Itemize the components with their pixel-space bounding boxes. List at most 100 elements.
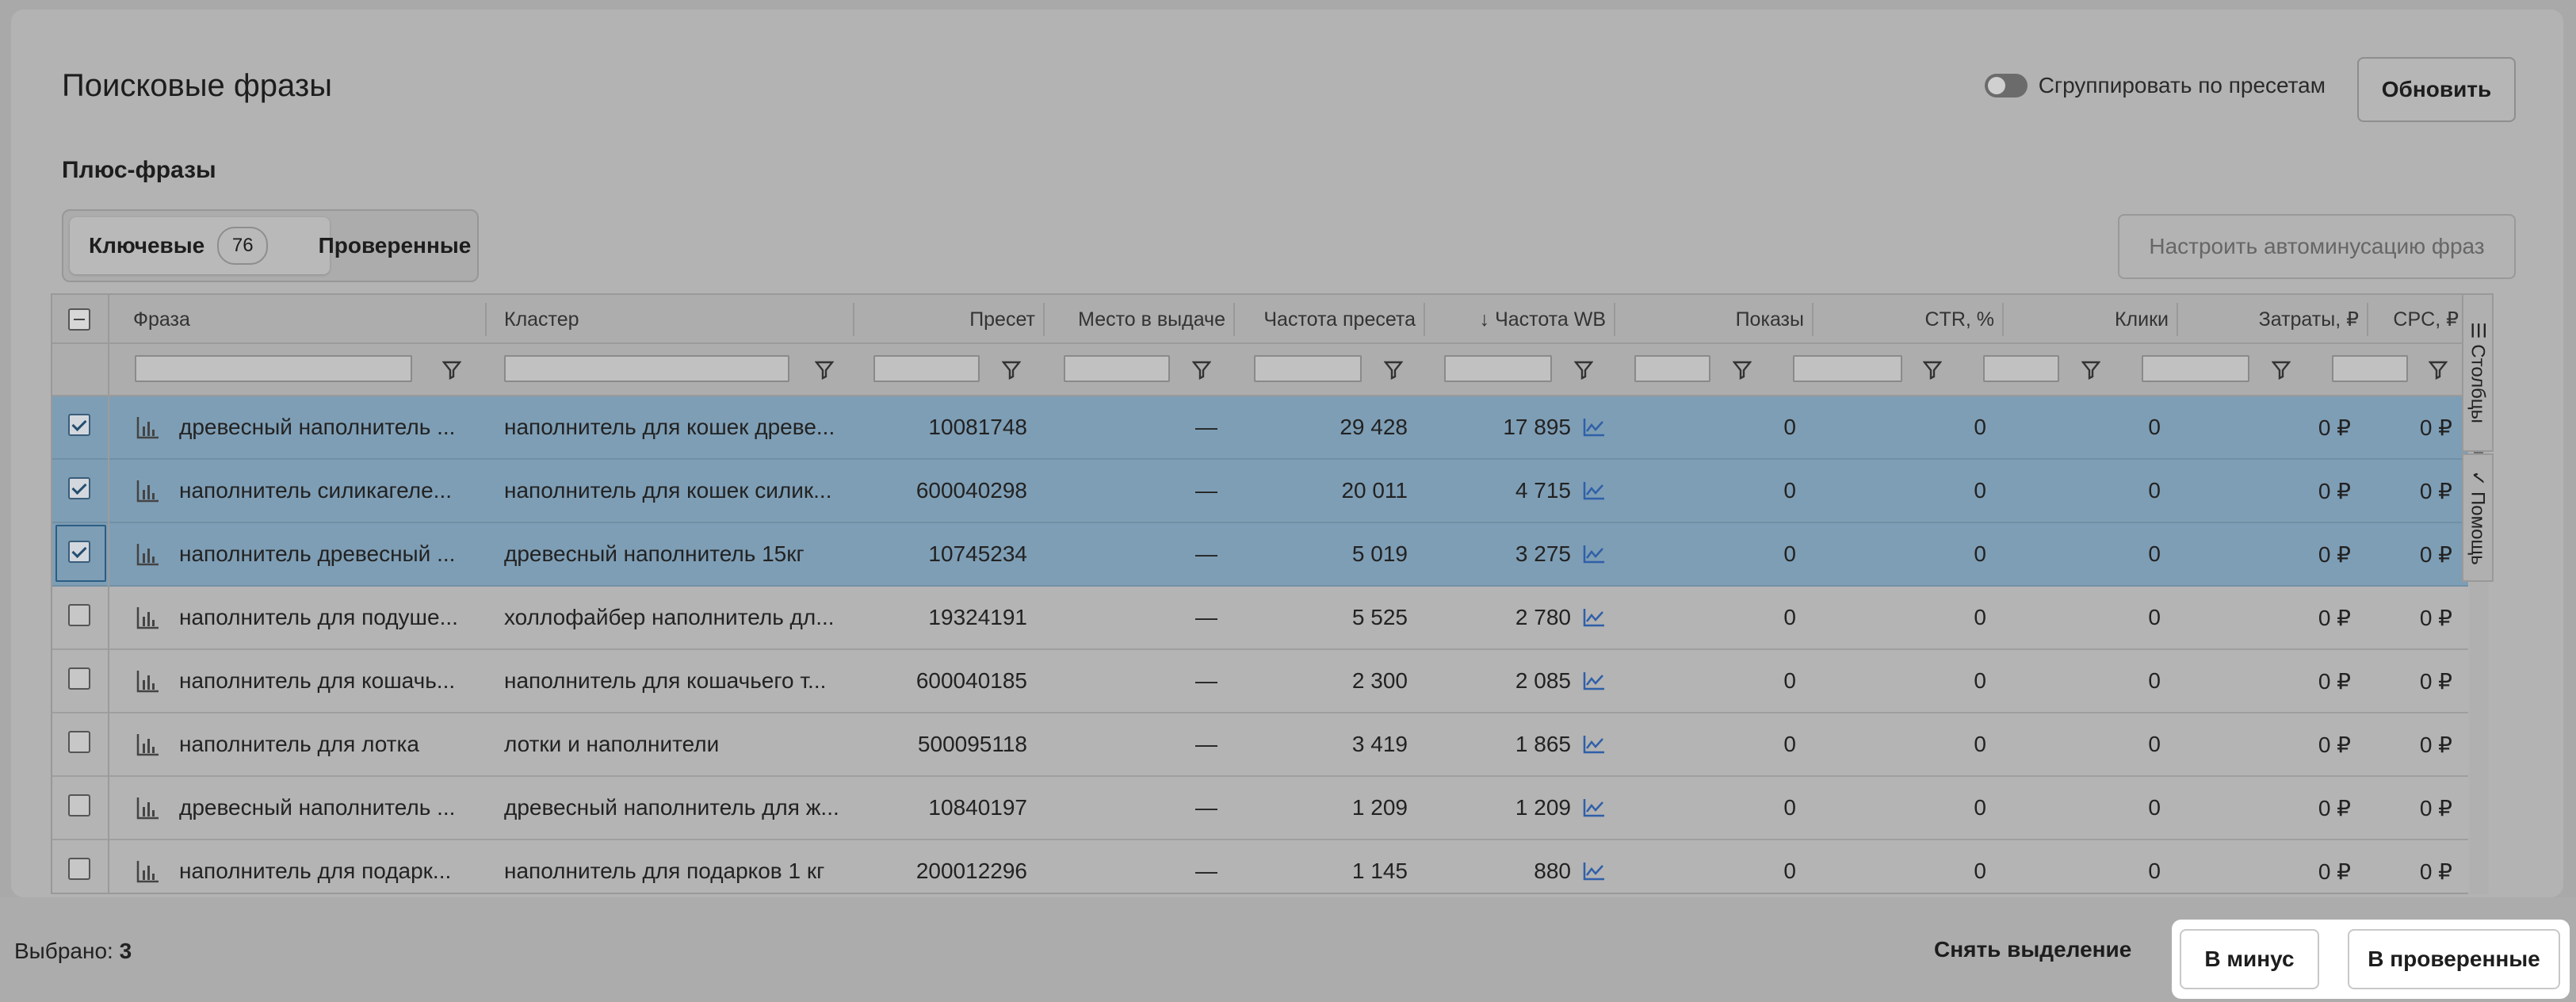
group-by-presets-toggle[interactable]: Сгруппировать по пресетам	[1984, 73, 2326, 98]
cell-phrase[interactable]: древесный наполнитель ...	[135, 396, 483, 458]
col-header-cost[interactable]: Затраты, ₽	[2192, 295, 2359, 344]
filter-icon[interactable]	[1192, 358, 1211, 381]
trend-chart-icon[interactable]	[1582, 734, 1606, 755]
cell-phrase[interactable]: наполнитель для подарк...	[135, 840, 483, 893]
selection-actions: В минус В проверенные	[2172, 920, 2570, 999]
col-header-place[interactable]: Место в выдаче	[1059, 295, 1225, 344]
trend-chart-icon[interactable]	[1582, 861, 1606, 882]
page: Поисковые фразы Сгруппировать по пресета…	[0, 0, 2576, 1002]
cell-phrase[interactable]: наполнитель для кошачь...	[135, 650, 483, 712]
row-checkbox[interactable]	[68, 414, 90, 436]
table-row[interactable]: наполнитель древесный ... древесный напол…	[52, 523, 2468, 587]
cell-cpc: 0 ₽	[2419, 859, 2452, 884]
filter-input-shows[interactable]	[1634, 355, 1710, 382]
to-verified-button[interactable]: В проверенные	[2348, 929, 2560, 989]
bar-chart-icon[interactable]	[135, 414, 162, 441]
phrase-text: наполнитель для подуше...	[179, 605, 458, 629]
bar-chart-icon[interactable]	[135, 477, 162, 504]
filter-input-clicks[interactable]	[1983, 355, 2059, 382]
col-header-preset-freq[interactable]: Частота пресета	[1245, 295, 1416, 344]
bar-chart-icon[interactable]	[135, 731, 162, 758]
table-row[interactable]: наполнитель для кошачь... наполнитель для…	[52, 650, 2468, 713]
trend-chart-icon[interactable]	[1582, 480, 1606, 501]
col-header-clicks[interactable]: Клики	[2018, 295, 2169, 344]
col-header-preset[interactable]: Пресет	[877, 295, 1035, 344]
side-panel: ☰ Столбцы ✓ Помощь	[2462, 293, 2494, 894]
row-checkbox[interactable]	[68, 604, 90, 626]
table-row[interactable]: древесный наполнитель ... древесный напол…	[52, 777, 2468, 840]
trend-chart-icon[interactable]	[1582, 797, 1606, 818]
table-row[interactable]: древесный наполнитель ... наполнитель для…	[52, 396, 2468, 460]
filter-icon[interactable]	[1384, 358, 1403, 381]
filter-input-cost[interactable]	[2142, 355, 2249, 382]
checkbox-column-divider	[108, 295, 109, 893]
cell-place: —	[1195, 415, 1217, 439]
phrase-text: наполнитель древесный ...	[179, 541, 456, 566]
filter-icon[interactable]	[1574, 358, 1593, 381]
cell-cluster: наполнитель для кошек древе...	[504, 415, 835, 439]
row-checkbox[interactable]	[68, 794, 90, 817]
trend-chart-icon[interactable]	[1582, 671, 1606, 691]
table-row[interactable]: наполнитель для подуше... холлофайбер нап…	[52, 587, 2468, 650]
bar-chart-icon[interactable]	[135, 667, 162, 694]
filter-input-preset[interactable]	[873, 355, 980, 382]
filter-input-wb-freq[interactable]	[1444, 355, 1552, 382]
to-minus-button[interactable]: В минус	[2180, 929, 2319, 989]
columns-panel-button[interactable]: ☰ Столбцы	[2462, 293, 2494, 452]
row-checkbox[interactable]	[68, 477, 90, 499]
filter-input-phrase[interactable]	[135, 355, 412, 382]
row-checkbox[interactable]	[68, 858, 90, 880]
row-checkbox[interactable]	[68, 731, 90, 753]
clear-selection-button[interactable]: Снять выделение	[1934, 937, 2131, 962]
bar-chart-icon[interactable]	[135, 604, 162, 631]
col-header-ctr[interactable]: CTR, %	[1828, 295, 1995, 344]
filter-input-preset-freq[interactable]	[1254, 355, 1362, 382]
filter-input-place[interactable]	[1064, 355, 1170, 382]
cell-cpc: 0 ₽	[2419, 795, 2452, 820]
bar-chart-icon[interactable]	[135, 858, 162, 885]
bar-chart-icon[interactable]	[135, 541, 162, 568]
tab-verified[interactable]: Проверенные	[309, 217, 480, 274]
table-row[interactable]: наполнитель для подарк... наполнитель для…	[52, 840, 2468, 893]
cell-place: —	[1195, 541, 1217, 566]
auto-minus-button[interactable]: Настроить автоминусацию фраз	[2118, 214, 2516, 279]
row-checkbox[interactable]	[68, 667, 90, 690]
col-header-cpc[interactable]: CPC, ₽	[2383, 295, 2459, 344]
filter-icon[interactable]	[2081, 358, 2100, 381]
col-header-cluster[interactable]: Кластер	[504, 295, 579, 344]
toggle-switch[interactable]	[1984, 74, 2028, 98]
help-panel-button[interactable]: ✓ Помощь	[2462, 453, 2494, 582]
filter-icon[interactable]	[1923, 358, 1942, 381]
cell-shows: 0	[1783, 605, 1796, 629]
col-header-shows[interactable]: Показы	[1630, 295, 1804, 344]
select-all-checkbox[interactable]	[68, 308, 90, 331]
filter-icon[interactable]	[2272, 358, 2291, 381]
filter-input-cpc[interactable]	[2332, 355, 2408, 382]
cell-phrase[interactable]: наполнитель силикагеле...	[135, 460, 483, 522]
refresh-button[interactable]: Обновить	[2357, 57, 2516, 122]
filter-icon[interactable]	[1733, 358, 1752, 381]
cell-phrase[interactable]: наполнитель для подуше...	[135, 587, 483, 648]
trend-chart-icon[interactable]	[1582, 417, 1606, 438]
col-header-wb-freq[interactable]: ↓ Частота WB	[1438, 295, 1606, 344]
cell-phrase[interactable]: наполнитель древесный ...	[135, 523, 483, 585]
cell-preset: 10745234	[928, 541, 1027, 566]
filter-icon[interactable]	[815, 358, 834, 381]
bar-chart-icon[interactable]	[135, 794, 162, 821]
cell-cpc: 0 ₽	[2419, 478, 2452, 503]
cell-shows: 0	[1783, 795, 1796, 820]
cell-phrase[interactable]: древесный наполнитель ...	[135, 777, 483, 839]
cell-phrase[interactable]: наполнитель для лотка	[135, 713, 483, 775]
table-row[interactable]: наполнитель для лотка лотки и наполнители…	[52, 713, 2468, 777]
tab-keywords[interactable]: Ключевые 76	[70, 217, 330, 274]
cell-clicks: 0	[2148, 668, 2161, 693]
trend-chart-icon[interactable]	[1582, 544, 1606, 564]
table-row[interactable]: наполнитель силикагеле... наполнитель для…	[52, 460, 2468, 523]
trend-chart-icon[interactable]	[1582, 607, 1606, 628]
col-header-phrase[interactable]: Фраза	[133, 295, 190, 344]
filter-icon[interactable]	[1002, 358, 1021, 381]
filter-input-ctr[interactable]	[1793, 355, 1902, 382]
filter-input-cluster[interactable]	[504, 355, 789, 382]
filter-icon[interactable]	[442, 358, 461, 381]
filter-icon[interactable]	[2429, 358, 2448, 381]
